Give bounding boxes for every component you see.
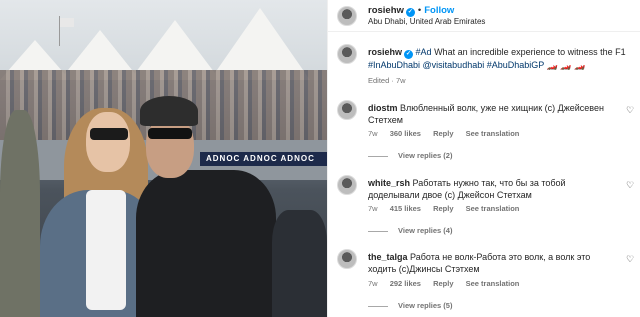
caption-tags[interactable]: #InAbuDhabi @visitabudhabi #AbuDhabiGP <box>368 60 544 70</box>
post-header: rosiehw ✓ • Follow Abu Dhabi, United Arab E… <box>328 0 640 32</box>
background-person <box>272 210 327 317</box>
comment-age: 7w <box>368 279 378 288</box>
reply-button[interactable]: Reply <box>433 129 453 138</box>
username-link[interactable]: the_talga <box>368 252 408 262</box>
woman-face <box>86 112 130 172</box>
see-translation-link[interactable]: See translation <box>466 279 520 288</box>
caption-text: What an incredible experience to witness… <box>434 47 626 57</box>
header-user-line: rosiehw ✓ • Follow <box>368 5 454 17</box>
username-link[interactable]: rosiehw <box>368 5 404 16</box>
post-details-panel: rosiehw ✓ • Follow Abu Dhabi, United Arab E… <box>327 0 640 317</box>
username-link[interactable]: rosiehw <box>368 47 402 57</box>
view-replies-button[interactable]: View replies (4) <box>368 226 452 235</box>
caption-emoji: 🏎️ 🏎️ 🏎️ <box>546 60 586 70</box>
avatar[interactable] <box>337 100 357 120</box>
avatar[interactable] <box>337 6 357 26</box>
comment-meta: 7w 415 likes Reply See translation <box>368 204 529 213</box>
flag <box>60 18 74 27</box>
man-black-jacket <box>136 170 276 317</box>
verified-badge-icon: ✓ <box>404 50 414 59</box>
location-link[interactable]: Abu Dhabi, United Arab Emirates <box>368 17 485 26</box>
avatar[interactable] <box>337 44 357 64</box>
comment-body: Влюбленный волк, уже не хищник (с) Джейс… <box>368 103 604 125</box>
edited-age: 7w <box>395 76 406 85</box>
view-replies-label: View replies (2) <box>398 151 453 160</box>
comment-meta: 7w 360 likes Reply See translation <box>368 129 529 138</box>
edited-label: Edited <box>368 76 390 85</box>
reply-button[interactable]: Reply <box>433 279 453 288</box>
reply-button[interactable]: Reply <box>433 204 453 213</box>
woman-white-shirt <box>86 190 126 310</box>
heart-icon[interactable]: ♡ <box>626 105 636 115</box>
hashtag-link[interactable]: #Ad <box>416 47 432 57</box>
verified-badge-icon: ✓ <box>405 8 415 17</box>
post-caption: rosiehw ✓ #Ad What an incredible experien… <box>368 46 633 71</box>
comment-text: white_rsh Работать нужно так, что бы за … <box>368 177 613 201</box>
background-person <box>0 110 40 317</box>
adnoc-banner: ADNOC ADNOC ADNOC <box>200 152 327 166</box>
view-replies-label: View replies (4) <box>398 226 453 235</box>
comment-text: the_talga Работа не волк-Работа это волк… <box>368 251 613 275</box>
comment-age: 7w <box>368 204 378 213</box>
woman-sunglasses <box>90 128 128 140</box>
avatar[interactable] <box>337 175 357 195</box>
username-link[interactable]: diostm <box>368 103 398 113</box>
comment-meta: 7w 292 likes Reply See translation <box>368 279 529 288</box>
divider-line <box>368 155 388 157</box>
divider-line <box>368 230 388 232</box>
username-link[interactable]: white_rsh <box>368 178 410 188</box>
separator-dot: • <box>417 5 422 16</box>
view-replies-button[interactable]: View replies (5) <box>368 301 452 310</box>
likes-count[interactable]: 292 likes <box>390 279 421 288</box>
avatar[interactable] <box>337 249 357 269</box>
divider-line <box>368 305 388 307</box>
likes-count[interactable]: 415 likes <box>390 204 421 213</box>
see-translation-link[interactable]: See translation <box>466 204 520 213</box>
follow-button[interactable]: Follow <box>424 5 454 16</box>
post-photo[interactable]: ADNOC ADNOC ADNOC <box>0 0 327 317</box>
view-replies-label: View replies (5) <box>398 301 453 310</box>
heart-icon[interactable]: ♡ <box>626 180 636 190</box>
likes-count[interactable]: 360 likes <box>390 129 421 138</box>
comment-text: diostm Влюбленный волк, уже не хищник (с… <box>368 102 613 126</box>
edited-meta: Edited · 7w <box>368 76 406 85</box>
man-sunglasses <box>148 128 192 139</box>
man-cap <box>140 96 198 126</box>
view-replies-button[interactable]: View replies (2) <box>368 151 452 160</box>
comment-age: 7w <box>368 129 378 138</box>
see-translation-link[interactable]: See translation <box>466 129 520 138</box>
heart-icon[interactable]: ♡ <box>626 254 636 264</box>
